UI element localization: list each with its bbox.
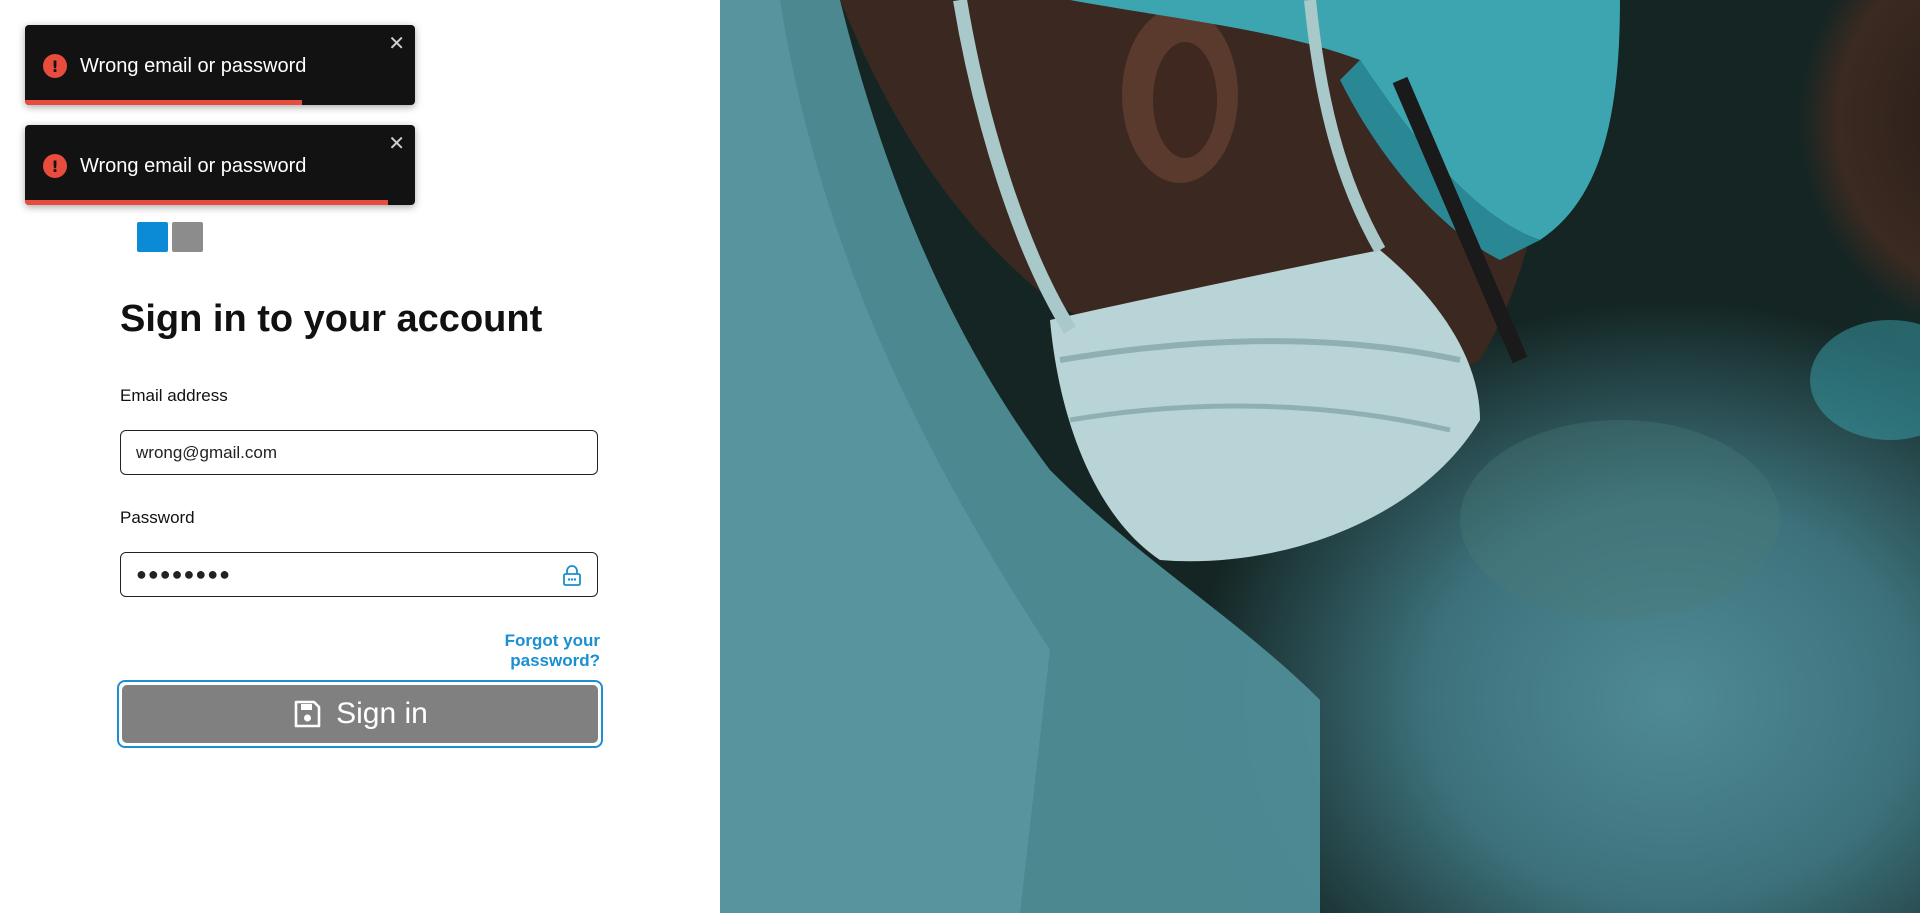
logo-square-blue xyxy=(137,222,168,252)
surgeon-photo xyxy=(720,0,1920,913)
close-icon[interactable]: ✕ xyxy=(388,33,405,53)
password-field-container xyxy=(120,552,598,597)
email-field[interactable] xyxy=(121,431,597,474)
error-icon: ! xyxy=(43,154,67,178)
page-title: Sign in to your account xyxy=(120,298,543,340)
save-icon xyxy=(294,700,321,728)
error-toast: ! Wrong email or password ✕ xyxy=(25,25,415,105)
password-field[interactable] xyxy=(121,553,597,596)
error-icon: ! xyxy=(43,54,67,78)
forgot-password-link[interactable]: Forgot your password? xyxy=(421,631,600,671)
surgeon-illustration xyxy=(720,0,1920,913)
email-label: Email address xyxy=(120,386,228,405)
close-icon[interactable]: ✕ xyxy=(388,133,405,153)
signin-button[interactable]: Sign in xyxy=(122,685,598,743)
toast-message: Wrong email or password xyxy=(80,155,307,177)
lock-icon[interactable] xyxy=(561,564,583,586)
error-toast: ! Wrong email or password ✕ xyxy=(25,125,415,205)
email-field-container xyxy=(120,430,598,475)
toast-progress-bar xyxy=(25,200,388,205)
toast-message: Wrong email or password xyxy=(80,55,307,77)
signin-label: Sign in xyxy=(336,697,428,730)
password-label: Password xyxy=(120,508,195,527)
toast-progress-bar xyxy=(25,100,302,105)
signin-focus-ring: Sign in xyxy=(117,680,603,748)
logo-square-gray xyxy=(172,222,203,252)
